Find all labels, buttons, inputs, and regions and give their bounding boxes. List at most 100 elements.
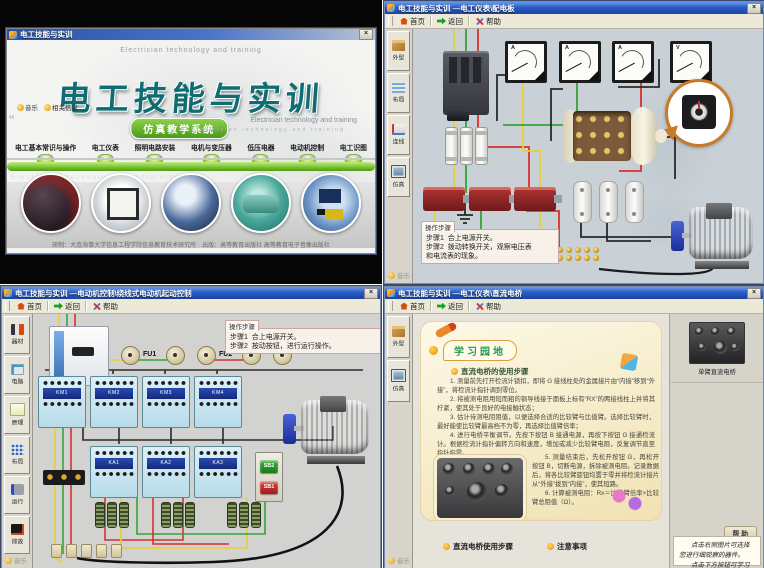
- sidebar-principle[interactable]: 原理: [4, 396, 30, 434]
- ammeter-1: A: [505, 41, 547, 83]
- sidebar-simulate[interactable]: 仿真: [387, 157, 410, 197]
- toolbar: 首页 返回 帮助: [385, 299, 763, 314]
- separator: [468, 301, 470, 311]
- music-link[interactable]: 音乐: [17, 102, 38, 112]
- sidebar-circuit[interactable]: 电路: [4, 356, 30, 394]
- main-title: 电工技能与实训: [7, 72, 375, 120]
- back-button[interactable]: 返回: [434, 15, 466, 27]
- flower-decoration: [607, 484, 647, 514]
- back-button[interactable]: 返回: [434, 300, 466, 312]
- music-toggle[interactable]: 音乐: [388, 270, 410, 280]
- starting-resistor: [95, 502, 105, 528]
- document-icon: [10, 403, 25, 416]
- steps-topic-button[interactable]: 直流电桥使用步骤: [443, 541, 513, 552]
- credits-line: 研制：大连海事大学信息工程学院信息教育技术研究所 出版：高等教育出版社 高等教育…: [7, 240, 375, 249]
- divider: [7, 158, 375, 160]
- info-link[interactable]: 相关信息: [44, 102, 78, 112]
- sidebar: 外型 仿真: [385, 314, 413, 568]
- fuse-tube: [475, 127, 488, 165]
- arrow-bullet-icon: [429, 346, 438, 355]
- sidebar-troubleshoot[interactable]: 排故: [4, 516, 30, 554]
- app-icon: [387, 289, 395, 297]
- sidebar: 器材 电路 原理 布局 运行 排故: [2, 314, 33, 568]
- sidebar-wiring[interactable]: 连线: [387, 115, 410, 155]
- fuse-label: FU1: [143, 351, 156, 358]
- help-line-1: 点击右侧图片可选择您进行细观察的器件。: [679, 541, 755, 561]
- sidebar-appearance[interactable]: 外型: [387, 31, 410, 71]
- orange-bullet-icon: [547, 543, 554, 550]
- toolbar-grip[interactable]: [388, 16, 393, 26]
- close-button[interactable]: ×: [359, 29, 373, 40]
- music-icon: [5, 557, 12, 564]
- contactor-km4: KM4: [194, 376, 242, 428]
- window-splash: 电工技能与实训 × Electrician technology and tra…: [6, 28, 376, 254]
- sidebar-layout[interactable]: 布局: [4, 436, 30, 474]
- product-image-components: [301, 173, 361, 233]
- learning-stage: 学习园地 直流电桥的使用步骤 1. 测量前先打开检流计锁扣，即将 G 接线柱处的…: [413, 314, 670, 568]
- motor: [283, 400, 375, 464]
- ammeter-3: A: [612, 41, 654, 83]
- music-toggle[interactable]: 音乐: [388, 555, 410, 565]
- splash-body: Electrician technology and training 电工技能…: [7, 40, 375, 253]
- titlebar[interactable]: 电工技能与实训 ×: [7, 29, 375, 40]
- sidebar-appearance[interactable]: 外型: [387, 316, 410, 358]
- home-button[interactable]: 首页: [14, 300, 45, 312]
- help-box: 点击右侧图片可选择您进行细观察的器件。 点击下方按钮可学习相关知识。: [673, 536, 761, 566]
- sidebar-layout[interactable]: 布局: [387, 73, 410, 113]
- device-thumbnail-item[interactable]: 单臂直流电桥: [689, 322, 745, 376]
- start-button[interactable]: SB2: [260, 460, 278, 473]
- orange-bullet-icon: [451, 368, 458, 375]
- toolbar-grip[interactable]: [388, 301, 393, 311]
- titlebar[interactable]: 电工技能与实训 —电动机控制\绕线式电动机起动控制 ×: [2, 287, 380, 299]
- sim-canvas: FU1 FU2 KM1 KM2 KM3 KM4 KA1 KA2 KA3 SB2 …: [33, 314, 380, 568]
- product-image-tools: [21, 173, 81, 233]
- sidebar-run[interactable]: 运行: [4, 476, 30, 514]
- separator: [468, 16, 470, 26]
- app-icon: [9, 31, 17, 39]
- computer-icon: [391, 369, 406, 382]
- window-motor-sim: 电工技能与实训 —电动机控制\绕线式电动机起动控制 × 首页 返回 帮助 器材 …: [1, 286, 381, 568]
- green-band: [7, 162, 375, 171]
- switch-handle[interactable]: [447, 109, 469, 121]
- english-header: Electrician technology and training: [7, 47, 375, 54]
- back-icon: [437, 18, 446, 25]
- thumbnail-label: 单臂直流电桥: [689, 367, 745, 376]
- close-button[interactable]: ×: [747, 3, 761, 14]
- fuse: [121, 346, 140, 365]
- bridge-thumbnail-image[interactable]: [689, 322, 745, 364]
- close-button[interactable]: ×: [364, 288, 378, 299]
- separator: [47, 301, 49, 311]
- components-icon: [11, 324, 24, 335]
- starting-resistor: [185, 502, 195, 528]
- help-button[interactable]: 帮助: [472, 15, 504, 27]
- starting-resistor: [227, 502, 237, 528]
- sidebar-equipment[interactable]: 器材: [4, 316, 30, 354]
- help-button[interactable]: 帮助: [472, 300, 504, 312]
- learning-corner-badge: 学习园地: [443, 340, 517, 361]
- stop-button[interactable]: SB1: [260, 481, 278, 494]
- operation-steps: 操作步骤 步骤1 合上电源开关。 步骤2 按动按钮，进行运行操作。: [225, 328, 380, 354]
- music-toggle[interactable]: 音乐: [5, 555, 27, 565]
- close-button[interactable]: ×: [747, 288, 761, 299]
- separator: [85, 301, 87, 311]
- app-icon: [387, 4, 395, 12]
- changeover-switch[interactable]: [563, 107, 659, 165]
- help-line-2: 点击下方按钮可学习相关知识。: [679, 561, 755, 568]
- sidebar: 外型 布局 连线 仿真: [385, 29, 413, 283]
- operation-steps: 操作步骤 步骤1 合上电源开关。 步骤2 拨动转换开关，观察电压表 和电流表的现…: [421, 229, 559, 264]
- titlebar[interactable]: 电工技能与实训 —电工仪表\配电板 ×: [385, 2, 763, 14]
- toolbar-grip[interactable]: [5, 301, 10, 311]
- notes-topic-button[interactable]: 注意事项: [547, 541, 587, 552]
- back-button[interactable]: 返回: [51, 300, 83, 312]
- help-button[interactable]: 帮助: [89, 300, 121, 312]
- product-image-device: [161, 173, 221, 233]
- current-transformer-2: [469, 187, 511, 211]
- home-button[interactable]: 首页: [397, 15, 428, 27]
- paragraph-3: 3. 估计待测电阻阻值，以便选择合适的比较臂与比值臂。选择比较臂时，最好能使比较…: [437, 414, 655, 432]
- sidebar-simulate[interactable]: 仿真: [387, 360, 410, 402]
- run-icon: [11, 484, 24, 495]
- power-switch: [443, 51, 489, 115]
- titlebar[interactable]: 电工技能与实训 —电工仪表\直流电桥 ×: [385, 287, 763, 299]
- home-button[interactable]: 首页: [397, 300, 428, 312]
- starting-resistor: [161, 502, 171, 528]
